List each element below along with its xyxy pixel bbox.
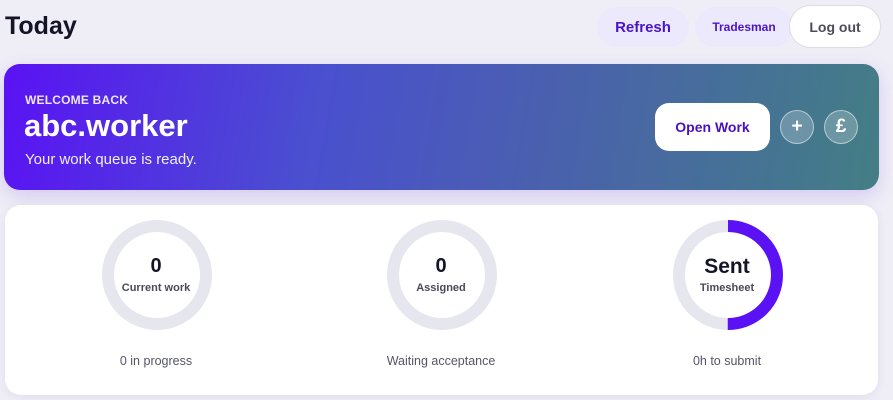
timesheet-label: Timesheet	[699, 282, 755, 294]
username-heading: abc.worker	[24, 108, 188, 143]
welcome-kicker: WELCOME BACK	[25, 93, 129, 107]
timesheet-caption: 0h to submit	[692, 354, 762, 368]
plus-icon[interactable]: +	[780, 110, 814, 144]
welcome-subtitle: Your work queue is ready.	[25, 151, 197, 168]
pound-icon[interactable]: £	[824, 110, 858, 144]
assigned-label: Assigned	[416, 282, 466, 294]
logout-button[interactable]: Log out	[789, 5, 881, 48]
timesheet-value: Sent	[704, 255, 750, 278]
stat-assigned[interactable]: 0 Assigned Waiting acceptance	[331, 205, 551, 395]
open-work-button[interactable]: Open Work	[655, 103, 770, 151]
refresh-button[interactable]: Refresh	[597, 7, 689, 47]
assigned-caption: Waiting acceptance	[386, 354, 496, 368]
current-work-label: Current work	[121, 282, 191, 294]
stat-current-work[interactable]: 0 Current work 0 in progress	[46, 205, 266, 395]
stats-card: 0 Current work 0 in progress 0 Assigned …	[5, 205, 878, 395]
role-button[interactable]: Tradesman	[695, 7, 793, 47]
page-title: Today	[5, 12, 77, 40]
assigned-value: 0	[435, 255, 447, 277]
current-work-value: 0	[150, 255, 162, 277]
current-work-caption: 0 in progress	[119, 354, 193, 368]
stat-timesheet[interactable]: Sent Timesheet 0h to submit	[617, 205, 837, 395]
welcome-banner: WELCOME BACK abc.worker Your work queue …	[4, 64, 879, 190]
